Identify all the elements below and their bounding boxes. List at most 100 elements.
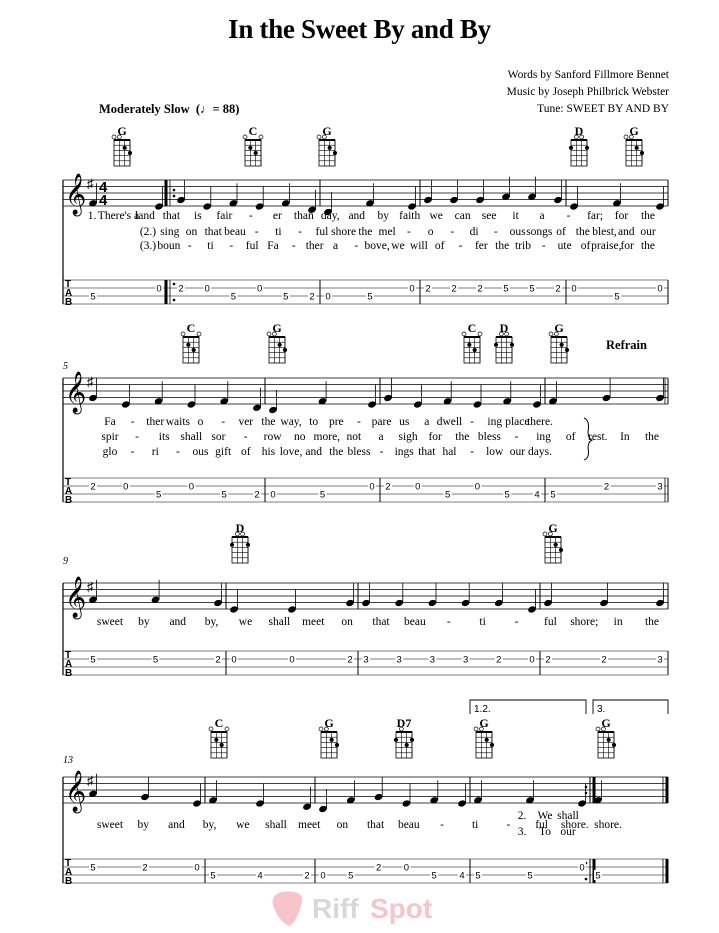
lyric-verse-2: - (243, 431, 248, 443)
chord-diagram-c (180, 331, 202, 364)
tab-fret-number: 3 (430, 655, 435, 666)
lyric-verse-3: Fa (267, 240, 279, 252)
lyric-verse-2: - (406, 226, 411, 238)
lyric-verse-3: ti (207, 240, 214, 252)
tab-fret-number: 2 (451, 284, 456, 295)
lyric-verse-2: ful (315, 226, 329, 238)
lyric-verse-3: bless (347, 446, 371, 458)
tab-fret-number: 3 (657, 655, 662, 666)
lyric-verse-3: bove, (364, 240, 390, 252)
lyric-refrain: we (238, 616, 253, 628)
tab-fret-number: 2 (376, 863, 381, 874)
lyric-verse-3: of (580, 240, 591, 252)
lyric-verse-2: - (254, 226, 259, 238)
tab-fret-number: 5 (550, 490, 555, 501)
chord-name: G (117, 124, 127, 138)
tab-fret-number: 5 (90, 655, 95, 666)
tab-fret-number: 5 (595, 871, 600, 882)
lyric-verse-3: of (240, 446, 251, 458)
tab-clef-b: B (65, 668, 72, 679)
sharp-icon: ♯ (87, 579, 94, 594)
chord-name: G (324, 716, 334, 730)
lyric-verse-3: - (470, 446, 475, 458)
tab-fret-number: 4 (534, 490, 539, 501)
lyric-refrain: on (336, 819, 349, 831)
measure-number-13: 13 (63, 755, 73, 766)
chord-name: D (499, 321, 509, 335)
chord-name: D7 (396, 716, 412, 730)
lyric-verse-3: - (175, 446, 180, 458)
chord-diagram-g (316, 134, 338, 167)
lyric-verse-3: ute (557, 240, 572, 252)
sharp-icon: ♯ (87, 773, 94, 788)
tab-fret-number: 5 (348, 871, 353, 882)
lyric-refrain: ti (479, 616, 486, 628)
tab-fret-number: 5 (283, 292, 288, 303)
tab-fret-number: 2 (142, 863, 147, 874)
lyric-verse-1: There's a (97, 210, 140, 222)
lyric-verse-1: see (481, 210, 497, 222)
lyric-verse-1: 1. (87, 210, 97, 222)
lyric-verse-2: songs (526, 226, 553, 238)
chord-diagram-d (493, 331, 515, 364)
volta-label: 3. (597, 704, 605, 715)
lyric-refrain: ti (471, 819, 479, 831)
lyric-verse-3: love, (279, 446, 303, 458)
lyric-verse-2: our (640, 226, 656, 238)
lyric-verse-1: is (194, 210, 202, 222)
svg-text:Spot: Spot (370, 893, 432, 924)
lyric-refrain: sweet (96, 819, 124, 831)
repeat-dot (584, 877, 588, 881)
tab-fret-number: 0 (289, 655, 294, 666)
tab-fret-number: 0 (571, 284, 576, 295)
lyric-verse-3-pickup: our (560, 826, 576, 838)
tab-fret-number: 3 (363, 655, 368, 666)
lyric-verse-3: hal (442, 446, 457, 458)
tab-clef-b: B (65, 297, 72, 308)
chord-name: G (479, 716, 489, 730)
lyric-verse-1: can (454, 210, 471, 222)
tab-fret-number: 0 (409, 284, 414, 295)
lyric-verse-2: rest. (588, 431, 608, 443)
lyric-refrain: by, (202, 819, 217, 831)
tab-fret-number: 5 (231, 292, 236, 303)
lyric-refrain: beau (397, 819, 420, 831)
tab-fret-number: 0 (579, 863, 584, 874)
lyric-verse-2-pickup: 2. (517, 810, 527, 822)
time-signature-bottom: 4 (99, 192, 108, 209)
lyric-verse-1: land (135, 210, 155, 222)
lyric-refrain: sweet (96, 616, 124, 628)
lyric-verse-1: pare (371, 416, 392, 428)
lyric-verse-3: a (332, 240, 339, 252)
lyric-verse-2: no (293, 431, 306, 443)
chord-diagram-d (229, 531, 251, 564)
lyric-verse-2: - (135, 431, 140, 443)
lyric-verse-2: ous (509, 226, 526, 238)
lyric-verse-3: of (434, 240, 445, 252)
lyric-verse-2: shall (180, 431, 203, 443)
repeat-dot (172, 282, 176, 286)
lyric-verse-2: beau (224, 226, 246, 238)
chord-name: G (601, 716, 611, 730)
lyric-refrain: beau (404, 616, 426, 628)
chord-diagram-d (568, 134, 590, 167)
lyric-verse-1: faith (399, 210, 421, 222)
lyric-verse-3: - (541, 240, 546, 252)
tab-fret-number: 5 (320, 490, 325, 501)
tab-fret-number: 5 (475, 871, 480, 882)
tab-fret-number: 2 (347, 655, 352, 666)
lyric-refrain: by (137, 819, 149, 831)
tab-fret-number: 5 (445, 490, 450, 501)
lyric-verse-2: more, (313, 431, 341, 443)
repeat-dot (584, 785, 588, 789)
lyric-verse-1: to (309, 416, 319, 428)
tab-fret-number: 2 (601, 655, 606, 666)
lyric-verse-3: trib (515, 240, 531, 252)
lyric-verse-2: row (263, 431, 282, 443)
svg-text:Riff: Riff (312, 893, 359, 924)
tab-fret-number: 0 (189, 482, 194, 493)
repeat-dot (584, 791, 588, 795)
measure-number-9: 9 (63, 556, 68, 567)
lyric-verse-1: o (197, 416, 204, 428)
lyric-verse-1: - (357, 416, 361, 428)
